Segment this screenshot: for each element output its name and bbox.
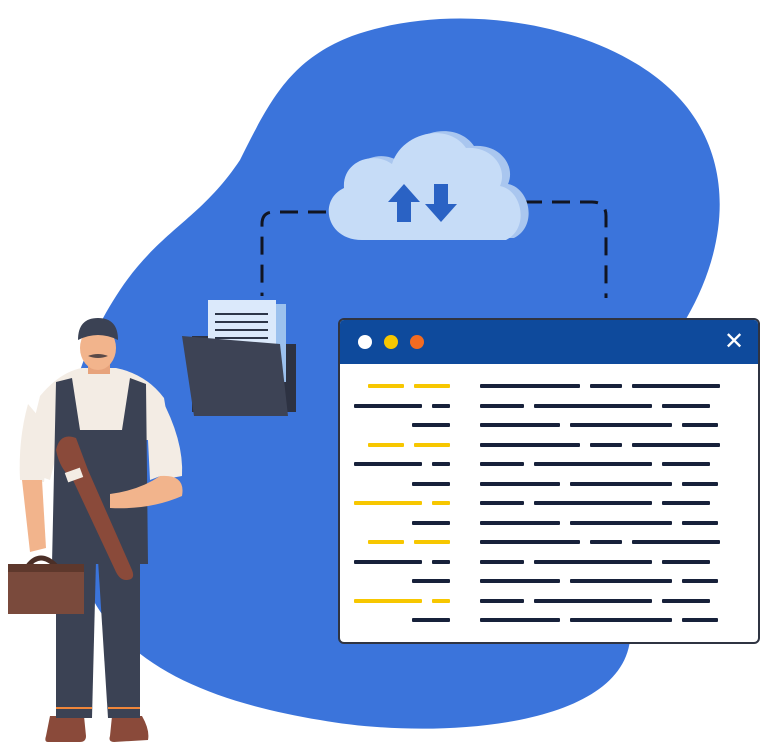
code-line-segment [480, 501, 524, 505]
code-line-segment [480, 599, 524, 603]
code-area [340, 364, 758, 642]
code-line-segment [480, 560, 524, 564]
code-line-marker [414, 443, 450, 447]
close-icon[interactable]: ✕ [720, 327, 748, 355]
code-line-segment [662, 599, 710, 603]
code-line-segment [480, 404, 524, 408]
code-line-segment [534, 404, 652, 408]
code-line-segment [480, 540, 580, 544]
code-line-marker [412, 482, 450, 486]
code-line-marker [414, 540, 450, 544]
code-line-segment [662, 404, 710, 408]
code-line-segment [682, 423, 718, 427]
code-line-marker [432, 599, 450, 603]
code-editor-window: ✕ [338, 318, 760, 644]
code-line-segment [632, 384, 720, 388]
toolbox-icon [8, 555, 84, 614]
code-line-segment [570, 579, 672, 583]
code-line-segment [590, 443, 622, 447]
code-line-segment [480, 482, 560, 486]
window-titlebar: ✕ [340, 320, 758, 364]
code-line-marker [412, 521, 450, 525]
code-line-marker [368, 384, 404, 388]
code-line-marker [432, 404, 450, 408]
code-line-segment [662, 462, 710, 466]
code-line-marker [432, 560, 450, 564]
right-shoe [109, 716, 149, 742]
code-line-marker [412, 423, 450, 427]
window-dot-white[interactable] [358, 335, 372, 349]
code-line-segment [632, 540, 720, 544]
code-line-segment [632, 443, 720, 447]
code-line-marker [354, 560, 422, 564]
code-line-segment [682, 618, 718, 622]
code-line-segment [662, 560, 710, 564]
code-line-marker [432, 501, 450, 505]
code-line-segment [570, 521, 672, 525]
code-line-segment [682, 521, 718, 525]
code-line-segment [480, 579, 560, 583]
code-line-marker [354, 404, 422, 408]
code-line-marker [432, 462, 450, 466]
code-line-marker [412, 618, 450, 622]
code-line-marker [354, 501, 422, 505]
code-line-segment [590, 384, 622, 388]
code-line-segment [570, 618, 672, 622]
code-line-marker [354, 599, 422, 603]
code-line-segment [570, 482, 672, 486]
code-line-segment [682, 482, 718, 486]
code-line-segment [480, 443, 580, 447]
code-line-segment [534, 462, 652, 466]
code-line-segment [682, 579, 718, 583]
code-line-segment [590, 540, 622, 544]
code-line-marker [412, 579, 450, 583]
code-line-segment [480, 521, 560, 525]
code-line-segment [534, 599, 652, 603]
window-dot-yellow[interactable] [384, 335, 398, 349]
code-line-segment [534, 501, 652, 505]
code-line-segment [662, 501, 710, 505]
code-line-segment [480, 462, 524, 466]
code-line-segment [480, 423, 560, 427]
code-line-marker [354, 462, 422, 466]
left-shoe [45, 716, 86, 742]
code-line-segment [480, 618, 560, 622]
code-line-segment [480, 384, 580, 388]
code-line-segment [570, 423, 672, 427]
code-line-segment [534, 560, 652, 564]
code-line-marker [414, 384, 450, 388]
code-line-marker [368, 443, 404, 447]
code-line-marker [368, 540, 404, 544]
window-dot-orange[interactable] [410, 335, 424, 349]
